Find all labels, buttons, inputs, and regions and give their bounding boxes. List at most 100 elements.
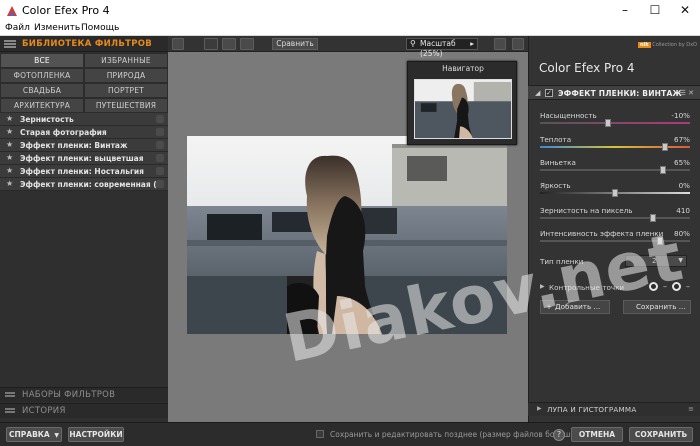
navigator-thumbnail[interactable] bbox=[414, 79, 512, 139]
collapse-icon bbox=[4, 40, 16, 48]
slider-track[interactable] bbox=[540, 146, 690, 148]
filter-sets-label: НАБОРЫ ФИЛЬТРОВ bbox=[22, 390, 116, 400]
favorite-icon[interactable] bbox=[156, 154, 164, 162]
preview-toolbar: Сравнить ⚲ Масштаб (25%) ▸ bbox=[168, 36, 528, 58]
filter-label: Эффект пленки: Винтаж bbox=[20, 141, 128, 150]
param-label: Насыщенность bbox=[540, 111, 597, 120]
filter-item[interactable]: ★ Эффект пленки: Ностальгия bbox=[0, 165, 168, 178]
bottom-bar: СПРАВКА ▼ НАСТРОЙКИ Сохранить и редактир… bbox=[0, 422, 700, 446]
filter-item[interactable]: ★ Эффект пленки: современная (бре bbox=[0, 178, 168, 191]
filter-label: Старая фотография bbox=[20, 128, 107, 137]
expand-icon bbox=[5, 408, 15, 413]
settings-button[interactable]: НАСТРОЙКИ bbox=[68, 427, 124, 442]
history-section[interactable]: ИСТОРИЯ bbox=[0, 403, 168, 418]
effect-enable-checkbox[interactable]: ✓ bbox=[545, 89, 553, 97]
loupe-pin-icon[interactable] bbox=[494, 38, 506, 50]
menu-file[interactable]: Файл bbox=[5, 23, 30, 33]
filter-sets-section[interactable]: НАБОРЫ ФИЛЬТРОВ bbox=[0, 387, 168, 402]
favorite-icon[interactable] bbox=[156, 141, 164, 149]
slider-knob[interactable] bbox=[660, 166, 666, 174]
filter-label: Зернистость bbox=[20, 115, 74, 124]
save-button[interactable]: СОХРАНИТЬ bbox=[629, 427, 693, 442]
favorite-icon[interactable] bbox=[156, 167, 164, 175]
category-film[interactable]: ФОТОПЛЕНКА bbox=[0, 68, 84, 83]
cancel-button[interactable]: ОТМЕНА bbox=[571, 427, 623, 442]
filter-item[interactable]: ★ Эффект пленки: Винтаж bbox=[0, 139, 168, 152]
app-title: Color Efex Pro 4 bbox=[539, 61, 635, 75]
close-button[interactable]: ✕ bbox=[670, 0, 700, 22]
minimize-button[interactable]: – bbox=[610, 0, 640, 22]
favorite-icon[interactable] bbox=[156, 115, 164, 123]
category-favorites[interactable]: ИЗБРАННЫЕ bbox=[84, 53, 168, 68]
category-nature[interactable]: ПРИРОДА bbox=[84, 68, 168, 83]
chevron-right-icon: ▸ bbox=[470, 39, 474, 48]
star-icon: ★ bbox=[6, 127, 14, 136]
single-view-icon[interactable] bbox=[204, 38, 218, 50]
split-view-icon[interactable] bbox=[222, 38, 236, 50]
history-label: ИСТОРИЯ bbox=[22, 406, 66, 416]
navigator-title: Навигатор bbox=[442, 64, 484, 73]
param-label: Яркость bbox=[540, 181, 571, 190]
help-button[interactable]: СПРАВКА ▼ bbox=[6, 427, 62, 442]
param-value: 0% bbox=[678, 181, 690, 190]
category-wedding[interactable]: СВАДЬБА bbox=[0, 83, 84, 98]
effect-menu-icon[interactable]: ☰ ✕ bbox=[680, 89, 694, 97]
slider-knob[interactable] bbox=[604, 119, 611, 127]
library-title: БИБЛИОТЕКА ФИЛЬТРОВ bbox=[22, 39, 153, 49]
param-value: -10% bbox=[671, 111, 690, 120]
app-version: 4 bbox=[626, 61, 635, 75]
effect-header[interactable]: ◢ ✓ ЭФФЕКТ ПЛЕНКИ: ВИНТАЖ ☰ ✕ bbox=[528, 85, 700, 100]
param-value: 67% bbox=[674, 135, 690, 144]
zoom-select[interactable]: ⚲ Масштаб (25%) ▸ bbox=[406, 38, 478, 58]
search-icon: ⚲ bbox=[410, 39, 416, 48]
favorite-icon[interactable] bbox=[156, 128, 164, 136]
library-header[interactable]: БИБЛИОТЕКА ФИЛЬТРОВ bbox=[0, 36, 168, 52]
panel-toggle-icon[interactable] bbox=[172, 38, 184, 50]
star-icon: ★ bbox=[6, 179, 14, 188]
param-brightness[interactable]: Яркость 0% bbox=[528, 178, 700, 204]
loupe-label: ЛУПА И ГИСТОГРАММА bbox=[547, 405, 637, 414]
favorite-icon[interactable] bbox=[156, 180, 164, 188]
zoom-label: Масштаб (25%) bbox=[420, 39, 456, 58]
slider-knob[interactable] bbox=[661, 143, 668, 151]
chevron-right-icon: ▶ bbox=[537, 405, 542, 412]
menu-help[interactable]: Помощь bbox=[81, 23, 119, 33]
menu-edit[interactable]: Изменить bbox=[34, 23, 80, 33]
filter-label: Эффект пленки: современная (бре bbox=[20, 180, 158, 189]
help-icon[interactable]: ? bbox=[553, 429, 565, 441]
filter-item[interactable]: ★ Зернистость bbox=[0, 113, 168, 126]
filter-label: Эффект пленки: выцветшая bbox=[20, 154, 144, 163]
app-window: Color Efex Pro 4 – ☐ ✕ Файл Изменить Пом… bbox=[0, 0, 700, 446]
param-value: 410 bbox=[676, 206, 690, 215]
nik-logo: nik bbox=[638, 42, 651, 48]
slider-knob[interactable] bbox=[612, 189, 618, 197]
side-by-side-view-icon[interactable] bbox=[240, 38, 254, 50]
slider-track[interactable] bbox=[540, 169, 690, 171]
title-bar: Color Efex Pro 4 – ☐ ✕ bbox=[0, 0, 700, 22]
slider-knob[interactable] bbox=[649, 214, 656, 222]
filter-item[interactable]: ★ Старая фотография bbox=[0, 126, 168, 139]
loupe-histogram-section[interactable]: ▶ ЛУПА И ГИСТОГРАММА ≡ bbox=[528, 402, 700, 416]
background-color-icon[interactable] bbox=[512, 38, 524, 50]
filter-item[interactable]: ★ Эффект пленки: выцветшая bbox=[0, 152, 168, 165]
app-icon bbox=[6, 5, 18, 17]
category-all[interactable]: ВСЕ bbox=[0, 53, 84, 68]
window-title: Color Efex Pro 4 bbox=[22, 4, 110, 17]
expand-icon[interactable]: ≡ bbox=[688, 405, 694, 413]
category-portrait[interactable]: ПОРТРЕТ bbox=[84, 83, 168, 98]
param-label: Виньетка bbox=[540, 158, 576, 167]
chevron-down-icon: ▼ bbox=[54, 432, 59, 439]
save-later-checkbox[interactable] bbox=[316, 430, 324, 438]
save-later-option[interactable]: Сохранить и редактировать позднее (разме… bbox=[316, 430, 578, 439]
filter-label: Эффект пленки: Ностальгия bbox=[20, 167, 144, 176]
star-icon: ★ bbox=[6, 114, 14, 123]
expand-icon bbox=[5, 392, 15, 397]
menu-bar: Файл Изменить Помощь bbox=[0, 22, 700, 36]
compare-button[interactable]: Сравнить bbox=[272, 38, 318, 50]
maximize-button[interactable]: ☐ bbox=[640, 0, 670, 22]
category-travel[interactable]: ПУТЕШЕСТВИЯ bbox=[84, 98, 168, 113]
chevron-down-icon[interactable]: ◢ bbox=[535, 89, 540, 97]
category-architecture[interactable]: АРХИТЕКТУРА bbox=[0, 98, 84, 113]
slider-track[interactable] bbox=[540, 122, 690, 124]
param-saturation[interactable]: Насыщенность -10% bbox=[528, 108, 700, 134]
